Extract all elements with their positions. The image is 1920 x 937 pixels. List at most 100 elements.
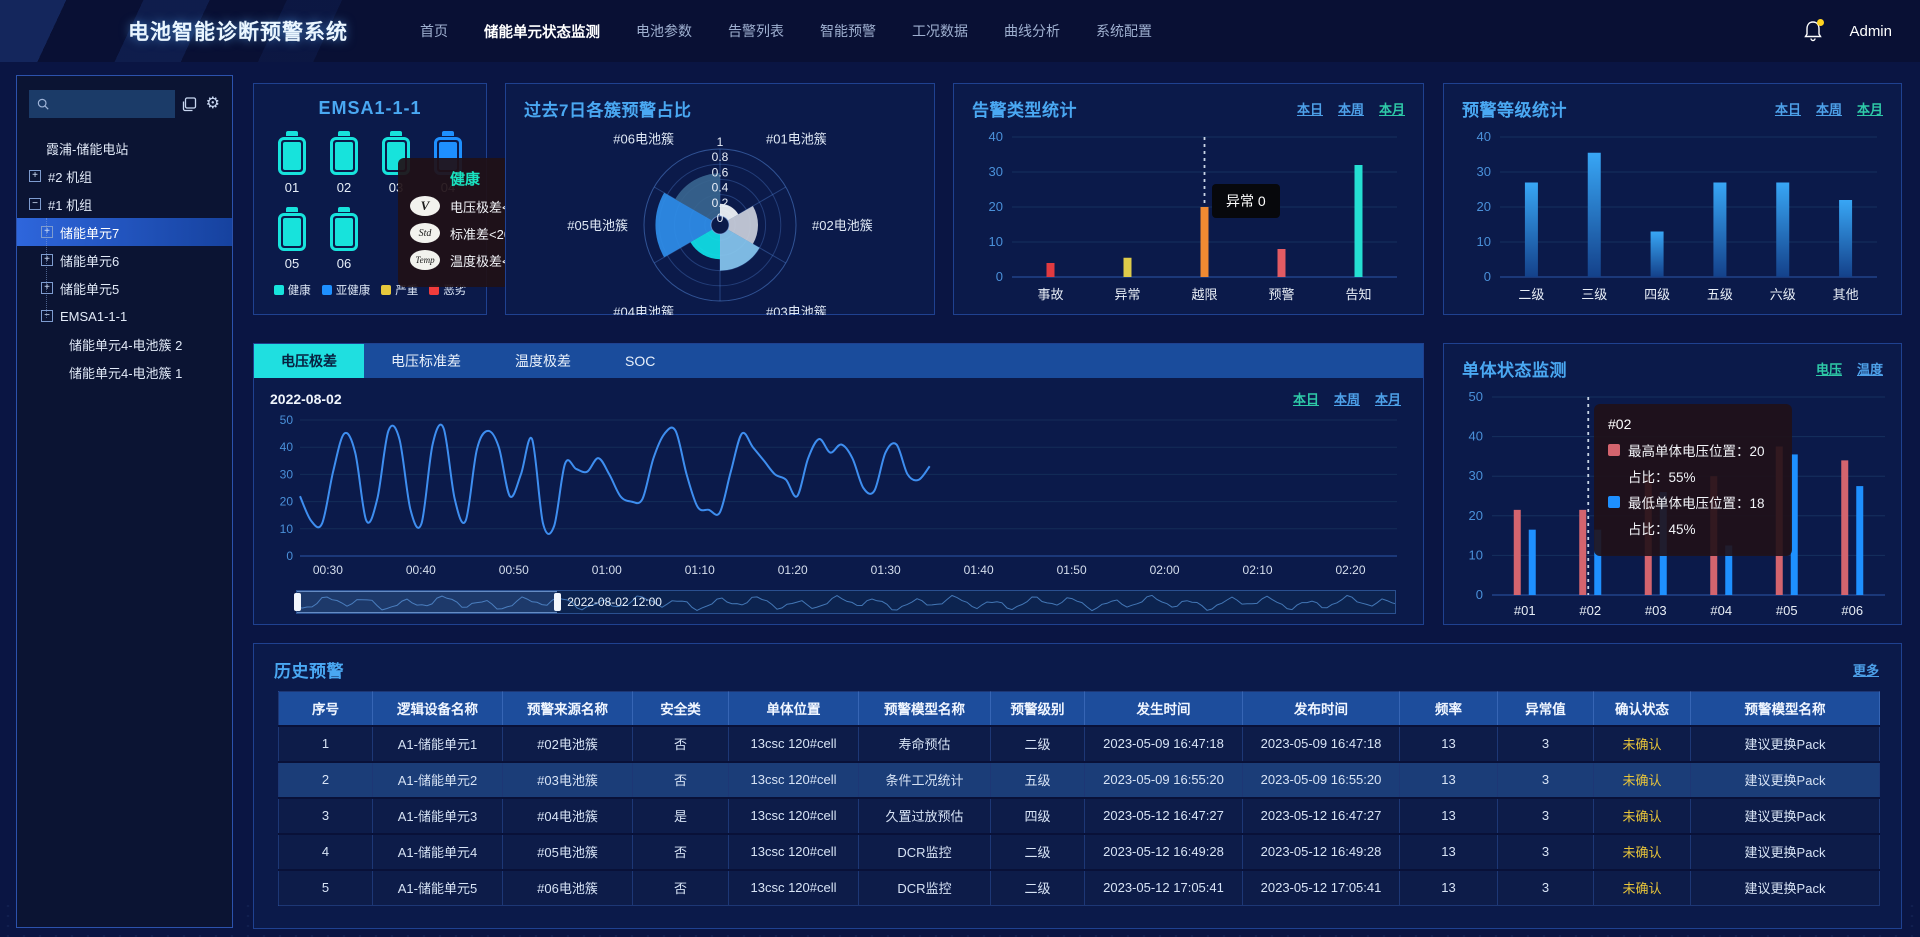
- table-cell: 未确认: [1594, 798, 1691, 834]
- svg-text:四级: 四级: [1644, 287, 1670, 302]
- user-name[interactable]: Admin: [1849, 23, 1892, 40]
- table-cell: 13: [1400, 762, 1498, 798]
- voltage-trend-line-chart[interactable]: 0102030405000:3000:4000:5001:0001:1001:2…: [270, 410, 1409, 582]
- table-cell: 3: [1498, 726, 1594, 762]
- battery-02[interactable]: 02: [330, 131, 358, 195]
- svg-text:40: 40: [280, 440, 294, 454]
- history-warning-panel: 历史预警 更多 序号逻辑设备名称预警来源名称安全类单体位置预警模型名称预警级别发…: [253, 643, 1902, 929]
- link-本日[interactable]: 本日: [1775, 99, 1801, 118]
- link-温度[interactable]: 温度: [1857, 359, 1883, 378]
- expand-plus-icon[interactable]: +: [29, 170, 41, 182]
- gear-icon[interactable]: ⚙: [206, 96, 220, 112]
- svg-text:01:10: 01:10: [685, 563, 715, 577]
- collapse-layers-icon[interactable]: [182, 97, 197, 112]
- trend-period-links: 本日本周本月: [1278, 389, 1401, 408]
- table-cell: 寿命预估: [859, 726, 991, 762]
- svg-text:预警: 预警: [1268, 287, 1294, 302]
- search-box[interactable]: [29, 90, 175, 118]
- tree-item[interactable]: + 储能单元7: [17, 218, 232, 246]
- tab-电压标准差[interactable]: 电压标准差: [364, 344, 488, 378]
- legend-item-健康: 健康: [274, 282, 311, 298]
- datazoom-time-label: 2022-08-02 12:00: [567, 595, 662, 609]
- table-row[interactable]: 3A1-储能单元3#04电池簇是13csc 120#cell久置过放预估四级20…: [279, 798, 1880, 834]
- datazoom-selected-region[interactable]: [297, 591, 557, 613]
- legend-label: 亚健康: [336, 282, 371, 298]
- table-cell: 13: [1400, 798, 1498, 834]
- table-row[interactable]: 2A1-储能单元2#03电池簇否13csc 120#cell条件工况统计五级20…: [279, 762, 1880, 798]
- nav-item-储能单元状态监测[interactable]: 储能单元状态监测: [484, 21, 600, 42]
- tree-item[interactable]: −EMSA1-1-1: [17, 302, 232, 330]
- datazoom-slider[interactable]: 2022-08-02 12:00: [296, 590, 1396, 614]
- table-cell: 久置过放预估: [859, 798, 991, 834]
- svg-text:六级: 六级: [1770, 287, 1796, 302]
- warn-ratio-polar-chart[interactable]: 00.20.40.60.81#01电池簇#02电池簇#03电池簇#04电池簇#0…: [506, 121, 934, 315]
- nav-item-告警列表[interactable]: 告警列表: [728, 21, 784, 41]
- tree-item-label: #2 机组: [48, 167, 92, 186]
- link-电压[interactable]: 电压: [1816, 359, 1842, 378]
- tree-item[interactable]: 霞浦-储能电站: [17, 134, 232, 162]
- tree-item-label: 储能单元6: [60, 251, 119, 270]
- collapse-minus-icon[interactable]: −: [29, 198, 41, 210]
- table-row[interactable]: 4A1-储能单元4#05电池簇否13csc 120#cellDCR监控二级202…: [279, 834, 1880, 870]
- table-row[interactable]: 5A1-储能单元5#06电池簇否13csc 120#cellDCR监控二级202…: [279, 870, 1880, 906]
- nav-item-曲线分析[interactable]: 曲线分析: [1004, 21, 1060, 41]
- svg-text:#04电池簇: #04电池簇: [613, 305, 674, 315]
- link-本月[interactable]: 本月: [1375, 389, 1401, 408]
- table-cell: 13csc 120#cell: [729, 870, 859, 906]
- std-pill-icon: Std: [410, 223, 440, 243]
- alarm-type-bar-chart[interactable]: 010203040事故异常越限预警告知: [954, 121, 1423, 307]
- table-cell: 建议更换Pack: [1691, 726, 1880, 762]
- datazoom-handle-right[interactable]: [554, 593, 561, 611]
- svg-text:40: 40: [1469, 429, 1483, 444]
- link-本周[interactable]: 本周: [1338, 99, 1364, 118]
- tree-item[interactable]: −#1 机组: [17, 190, 232, 218]
- svg-text:#06: #06: [1841, 603, 1863, 618]
- link-本日[interactable]: 本日: [1293, 389, 1319, 408]
- battery-06[interactable]: 06: [330, 207, 358, 271]
- table-cell: 二级: [991, 834, 1085, 870]
- table-row[interactable]: 1A1-储能单元1#02电池簇否13csc 120#cell寿命预估二级2023…: [279, 726, 1880, 762]
- alarm-type-panel: 告警类型统计 本日本周本月 010203040事故异常越限预警告知 异常 0: [953, 83, 1424, 315]
- history-table: 序号逻辑设备名称预警来源名称安全类单体位置预警模型名称预警级别发生时间发布时间频…: [278, 691, 1880, 906]
- collapse-minus-icon[interactable]: −: [41, 310, 53, 322]
- link-本周[interactable]: 本周: [1334, 389, 1360, 408]
- tree-item[interactable]: +储能单元5: [17, 274, 232, 302]
- svg-text:50: 50: [1469, 389, 1483, 404]
- link-本月[interactable]: 本月: [1379, 99, 1405, 118]
- nav-item-电池参数[interactable]: 电池参数: [636, 21, 692, 41]
- battery-05[interactable]: 05: [278, 207, 306, 271]
- expand-plus-icon[interactable]: +: [41, 226, 53, 238]
- expand-plus-icon[interactable]: +: [41, 282, 53, 294]
- tree-item[interactable]: 储能单元4-电池簇 2: [17, 330, 232, 358]
- svg-text:01:00: 01:00: [592, 563, 622, 577]
- battery-cap: [338, 131, 350, 136]
- svg-text:02:20: 02:20: [1336, 563, 1366, 577]
- nav-item-首页[interactable]: 首页: [420, 21, 448, 41]
- temp-pill-icon: Temp: [410, 250, 440, 270]
- nav-item-系统配置[interactable]: 系统配置: [1096, 21, 1152, 41]
- notification-bell-icon[interactable]: [1803, 20, 1823, 42]
- tab-温度极差[interactable]: 温度极差: [488, 344, 598, 378]
- table-header-cell: 安全类: [633, 692, 729, 726]
- tree-item-label: 储能单元7: [60, 223, 119, 242]
- table-cell: 3: [1498, 798, 1594, 834]
- svg-text:20: 20: [1477, 199, 1491, 214]
- more-link[interactable]: 更多: [1853, 660, 1879, 679]
- link-本周[interactable]: 本周: [1816, 99, 1842, 118]
- battery-01[interactable]: 01: [278, 131, 306, 195]
- link-本月[interactable]: 本月: [1857, 99, 1883, 118]
- nav-item-智能预警[interactable]: 智能预警: [820, 21, 876, 41]
- tab-SOC[interactable]: SOC: [598, 344, 682, 378]
- link-本日[interactable]: 本日: [1297, 99, 1323, 118]
- tree-item[interactable]: + 储能单元6: [17, 246, 232, 274]
- legend-label: 健康: [288, 282, 311, 298]
- tree-guide-line: [46, 218, 47, 318]
- tab-电压极差[interactable]: 电压极差: [254, 344, 364, 378]
- tree-item[interactable]: 储能单元4-电池簇 1: [17, 358, 232, 386]
- search-input[interactable]: [55, 97, 167, 112]
- datazoom-handle-left[interactable]: [294, 593, 301, 611]
- tree-item[interactable]: + #2 机组: [17, 162, 232, 190]
- nav-item-工况数据[interactable]: 工况数据: [912, 21, 968, 41]
- warn-level-bar-chart[interactable]: 010203040二级三级四级五级六级其他: [1444, 121, 1901, 307]
- expand-plus-icon[interactable]: +: [41, 254, 53, 266]
